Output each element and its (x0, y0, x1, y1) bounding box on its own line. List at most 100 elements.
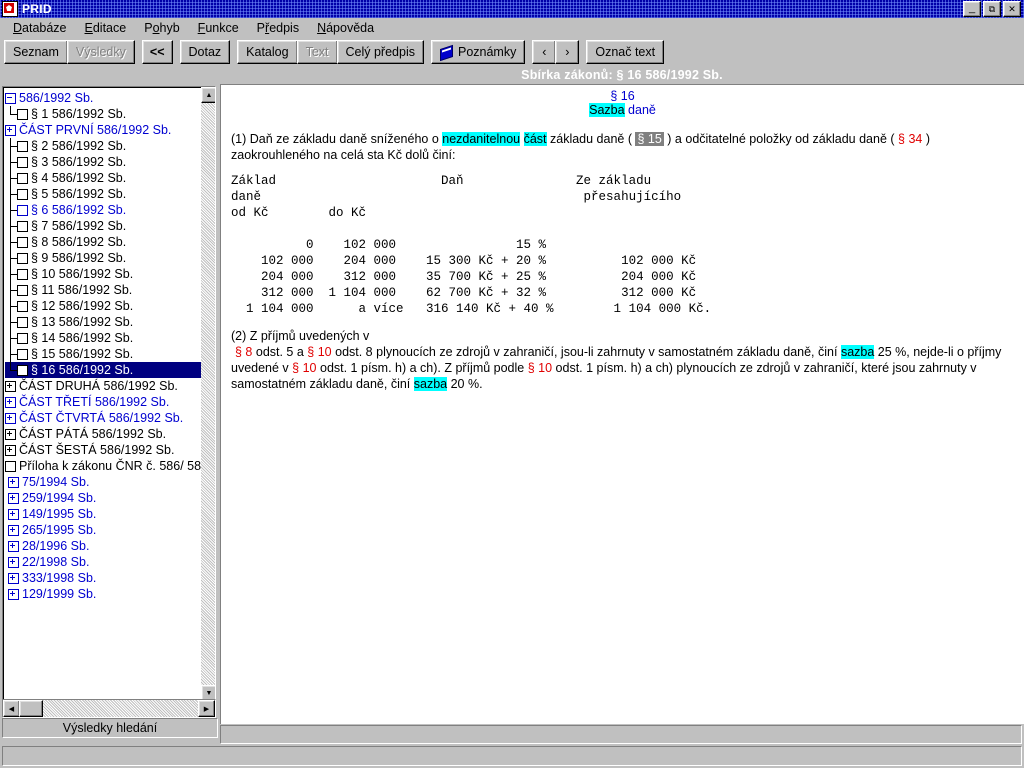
tree-connector (5, 138, 17, 154)
tree-item-label: ČÁST TŘETÍ 586/1992 Sb. (19, 395, 170, 409)
tree-item[interactable]: § 1 586/1992 Sb. (5, 106, 201, 122)
tree-expander-plus-icon[interactable] (5, 124, 16, 136)
prev-button[interactable]: ‹ (532, 40, 557, 64)
tree-expander-plus-icon[interactable] (8, 476, 19, 488)
link-section-10-a[interactable]: § 10 (307, 345, 331, 359)
tree-item[interactable]: § 9 586/1992 Sb. (5, 250, 201, 266)
scroll-left-button[interactable]: ◀ (3, 700, 20, 717)
vysledky-button[interactable]: Výsledky (66, 40, 135, 64)
poznamky-button[interactable]: Poznámky (430, 40, 526, 64)
menu-pohyb[interactable]: Pohyb (135, 19, 188, 37)
tree-item[interactable]: 75/1994 Sb. (5, 474, 201, 490)
tree-expander-plus-icon[interactable] (8, 508, 19, 520)
scroll-right-button[interactable]: ▶ (198, 700, 215, 717)
tree-expander-plus-icon[interactable] (8, 540, 19, 552)
tree-expander-plus-icon[interactable] (5, 380, 16, 392)
tree-item[interactable]: § 14 586/1992 Sb. (5, 330, 201, 346)
tree-expander-plus-icon[interactable] (5, 396, 16, 408)
tree-vertical-scrollbar[interactable]: ▲ ▼ (201, 87, 215, 701)
tree-connector (5, 298, 17, 314)
p1-text-1: (1) Daň ze základu daně sníženého o (231, 132, 443, 146)
tree-expander-plus-icon[interactable] (5, 412, 16, 424)
tree-item[interactable]: § 10 586/1992 Sb. (5, 266, 201, 282)
tree-item[interactable]: 22/1998 Sb. (5, 554, 201, 570)
minimize-button[interactable]: _ (963, 1, 981, 17)
tree-item-label: § 12 586/1992 Sb. (31, 299, 134, 313)
link-section-8[interactable]: § 8 (235, 345, 252, 359)
tree-expander-plus-icon[interactable] (8, 572, 19, 584)
tree-panel: 586/1992 Sb. § 1 586/1992 Sb. ČÁST PRVNÍ 5… (0, 84, 220, 744)
tree-horizontal-scrollbar[interactable]: ◀ ▶ (2, 699, 216, 718)
link-section-10-b[interactable]: § 10 (292, 361, 316, 375)
tree-item[interactable]: ČÁST TŘETÍ 586/1992 Sb. (5, 394, 201, 410)
hscroll-thumb[interactable] (19, 700, 43, 717)
tree-item[interactable]: § 12 586/1992 Sb. (5, 298, 201, 314)
katalog-button[interactable]: Katalog (237, 40, 298, 64)
link-section-10-c[interactable]: § 10 (528, 361, 552, 375)
menu-predpis[interactable]: Předpis (248, 19, 308, 37)
tree-item[interactable]: 265/1995 Sb. (5, 522, 201, 538)
tree-item-label: § 5 586/1992 Sb. (31, 187, 127, 201)
toolbar-group-list: Seznam Výsledky (4, 40, 135, 64)
tax-rate-table: Základ Daň Ze základu daně přesahujícího… (231, 174, 712, 316)
link-section-34[interactable]: § 34 (898, 132, 922, 146)
tree-item-label: § 2 586/1992 Sb. (31, 139, 127, 153)
tree-item[interactable]: 333/1998 Sb. (5, 570, 201, 586)
tree-item[interactable]: 28/1996 Sb. (5, 538, 201, 554)
tree-expander-plus-icon[interactable] (8, 588, 19, 600)
toolbar-group-prevnext: ‹ › (532, 40, 580, 64)
tree-item[interactable]: § 4 586/1992 Sb. (5, 170, 201, 186)
tree-node-box (17, 300, 28, 312)
menu-databaze[interactable]: Databáze (4, 19, 76, 37)
document-view[interactable]: § 16 Sazba daně (1) Daň ze základu daně … (221, 85, 1024, 724)
seznam-button[interactable]: Seznam (4, 40, 68, 64)
dotaz-button[interactable]: Dotaz (179, 40, 231, 64)
tree-item[interactable]: ČÁST PRVNÍ 586/1992 Sb. (5, 122, 201, 138)
tree-item-label: 259/1994 Sb. (22, 491, 97, 505)
maximize-button[interactable]: ⧉ (983, 1, 1001, 17)
tree-item[interactable]: 586/1992 Sb. (5, 90, 201, 106)
toolbar-group-mark: Označ text (586, 40, 665, 64)
tree-expander-plus-icon[interactable] (5, 444, 16, 456)
cely-predpis-button[interactable]: Celý předpis (336, 40, 424, 64)
menu-napoveda[interactable]: Nápověda (308, 19, 383, 37)
menu-funkce[interactable]: Funkce (189, 19, 248, 37)
link-section-15[interactable]: § 15 (635, 132, 664, 146)
tree-item[interactable]: ČÁST ŠESTÁ 586/1992 Sb. (5, 442, 201, 458)
tree-view[interactable]: 586/1992 Sb. § 1 586/1992 Sb. ČÁST PRVNÍ 5… (3, 87, 201, 701)
menu-editace[interactable]: Editace (76, 19, 136, 37)
text-button[interactable]: Text (296, 40, 338, 64)
tree-item[interactable]: § 3 586/1992 Sb. (5, 154, 201, 170)
menu-accel: E (84, 21, 93, 35)
tree-item-label: § 9 586/1992 Sb. (31, 251, 127, 265)
tree-expander-minus-icon[interactable] (5, 92, 16, 104)
tree-item[interactable]: 129/1999 Sb. (5, 586, 201, 602)
tree-item[interactable]: § 11 586/1992 Sb. (5, 282, 201, 298)
tree-expander-plus-icon[interactable] (8, 492, 19, 504)
tree-expander-plus-icon[interactable] (5, 428, 16, 440)
oznac-text-button[interactable]: Označ text (586, 40, 665, 64)
section-title-highlight: Sazba (589, 103, 625, 117)
tree-item[interactable]: ČÁST PÁTÁ 586/1992 Sb. (5, 426, 201, 442)
next-button[interactable]: › (555, 40, 580, 64)
tree-item[interactable]: 259/1994 Sb. (5, 490, 201, 506)
tree-item[interactable]: § 2 586/1992 Sb. (5, 138, 201, 154)
tree-item[interactable]: ČÁST DRUHÁ 586/1992 Sb. (5, 378, 201, 394)
tree-item[interactable]: § 13 586/1992 Sb. (5, 314, 201, 330)
tree-item[interactable]: Příloha k zákonu ČNR č. 586/ 58 (5, 458, 201, 474)
back-button[interactable]: << (141, 40, 173, 64)
tree-item[interactable]: § 7 586/1992 Sb. (5, 218, 201, 234)
close-button[interactable]: ✕ (1003, 1, 1021, 17)
hscroll-track[interactable] (18, 700, 200, 717)
tree-item[interactable]: § 16 586/1992 Sb. (5, 362, 201, 378)
tree-expander-plus-icon[interactable] (8, 524, 19, 536)
tree-item[interactable]: 149/1995 Sb. (5, 506, 201, 522)
tree-item[interactable]: § 5 586/1992 Sb. (5, 186, 201, 202)
tree-item[interactable]: § 8 586/1992 Sb. (5, 234, 201, 250)
tree-item[interactable]: ČÁST ČTVRTÁ 586/1992 Sb. (5, 410, 201, 426)
tree-item[interactable]: § 15 586/1992 Sb. (5, 346, 201, 362)
tree-item[interactable]: § 6 586/1992 Sb. (5, 202, 201, 218)
tree-node-box (17, 284, 28, 296)
scroll-up-button[interactable]: ▲ (201, 87, 215, 103)
tree-expander-plus-icon[interactable] (8, 556, 19, 568)
